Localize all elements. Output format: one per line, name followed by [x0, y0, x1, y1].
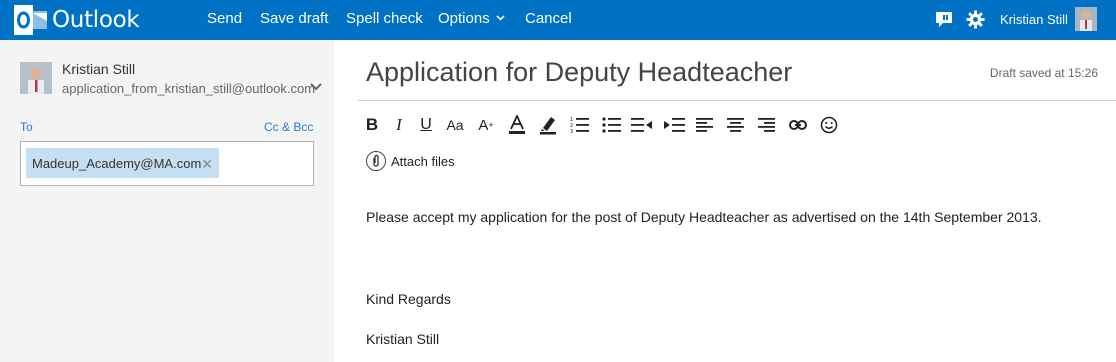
message-body-closing[interactable]: Kind Regards — [366, 288, 1086, 310]
cc-bcc-link[interactable]: Cc & Bcc — [264, 120, 313, 134]
to-field[interactable]: Madeup_Academy@MA.com ✕ — [20, 141, 314, 186]
sender-photo-icon — [20, 62, 52, 94]
paperclip-icon — [366, 151, 386, 171]
sender-name: Kristian Still — [62, 61, 136, 77]
save-draft-button[interactable]: Save draft — [260, 10, 328, 27]
underline-icon[interactable]: U — [415, 114, 437, 136]
bulleted-list-icon[interactable] — [601, 114, 623, 136]
chevron-down-icon[interactable] — [310, 83, 322, 91]
cancel-button[interactable]: Cancel — [525, 10, 572, 27]
draft-status: Draft saved at 15:26 — [989, 66, 1098, 80]
italic-icon[interactable]: I — [388, 114, 410, 136]
link-icon[interactable] — [787, 114, 809, 136]
emoticon-icon[interactable] — [818, 114, 840, 136]
divider — [358, 100, 1116, 101]
gear-icon[interactable] — [966, 10, 985, 29]
chevron-down-icon — [496, 15, 505, 21]
bold-icon[interactable]: B — [361, 114, 383, 136]
outlook-logo-icon — [14, 5, 47, 35]
highlight-icon[interactable] — [537, 114, 559, 136]
avatar[interactable] — [1075, 7, 1097, 31]
to-link[interactable]: To — [20, 120, 33, 134]
align-center-icon[interactable] — [725, 114, 747, 136]
sender-email: application_from_kristian_still@outlook.… — [62, 81, 316, 96]
message-body-signature[interactable]: Kristian Still — [366, 328, 1086, 350]
grow-font-icon[interactable]: A + — [475, 114, 497, 136]
options-label: Options — [438, 10, 490, 27]
user-name[interactable]: Kristian Still — [1000, 12, 1068, 27]
attach-files-button[interactable]: Attach files — [366, 151, 455, 171]
align-right-icon[interactable] — [756, 114, 778, 136]
decrease-indent-icon[interactable] — [631, 114, 653, 136]
message-body-paragraph[interactable]: Please accept my application for the pos… — [366, 206, 1086, 228]
send-button[interactable]: Send — [207, 10, 242, 27]
address-pane: Kristian Still application_from_kristian… — [0, 40, 334, 362]
subject-field[interactable]: Application for Deputy Headteacher — [366, 57, 792, 88]
svg-text:3: 3 — [570, 129, 573, 134]
numbered-list-icon[interactable]: 123 — [569, 114, 591, 136]
compose-pane: Application for Deputy Headteacher Draft… — [334, 40, 1116, 362]
outlook-brand[interactable]: Outlook — [14, 5, 140, 35]
chat-icon[interactable] — [935, 11, 953, 28]
sender-avatar — [20, 62, 52, 94]
user-photo-icon — [1075, 7, 1097, 31]
app-name: Outlook — [52, 7, 140, 33]
attach-files-label: Attach files — [391, 153, 455, 169]
font-size-icon[interactable]: Aa — [444, 114, 466, 136]
recipient-chip[interactable]: Madeup_Academy@MA.com ✕ — [26, 148, 219, 178]
align-left-icon[interactable] — [694, 114, 716, 136]
recipient-address: Madeup_Academy@MA.com — [32, 155, 202, 171]
options-button[interactable]: Options — [438, 10, 505, 27]
increase-indent-icon[interactable] — [663, 114, 685, 136]
top-bar: Outlook Send Save draft Spell check Opti… — [0, 0, 1116, 40]
close-icon[interactable]: ✕ — [201, 156, 213, 173]
font-color-icon[interactable] — [506, 114, 528, 136]
spell-check-button[interactable]: Spell check — [346, 10, 423, 27]
